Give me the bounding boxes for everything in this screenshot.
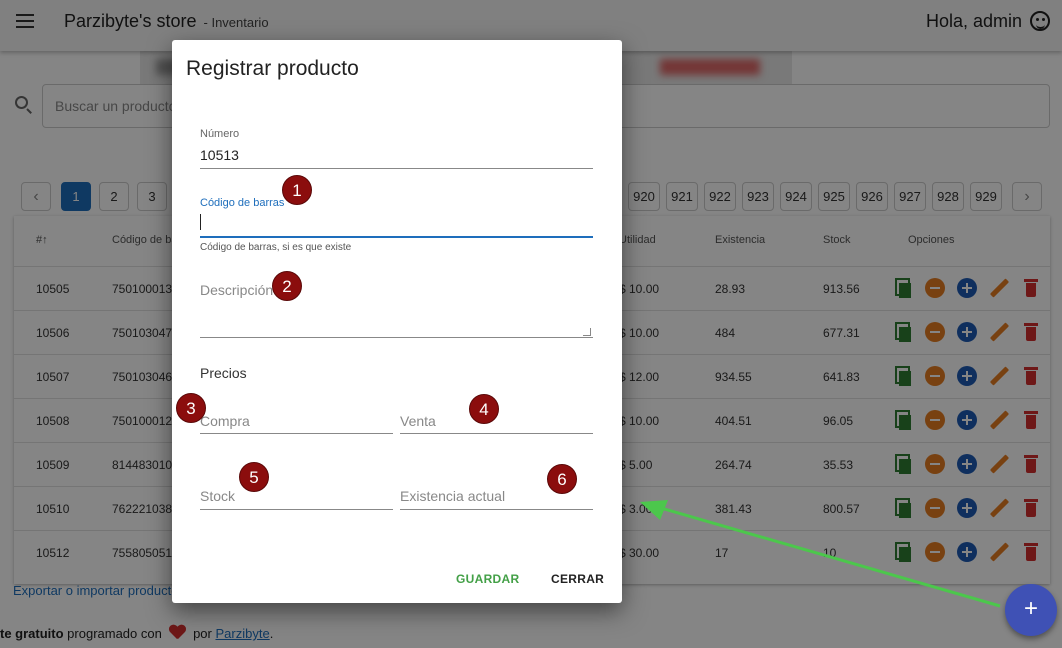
save-button[interactable]: GUARDAR — [456, 572, 519, 586]
number-underline — [200, 168, 593, 169]
barcode-underline — [200, 236, 593, 238]
barcode-label: Código de barras — [200, 197, 285, 209]
stock-field[interactable] — [200, 483, 393, 510]
description-field[interactable] — [200, 280, 593, 338]
barcode-helper-text: Código de barras, si es que existe — [200, 242, 352, 253]
purchase-underline — [200, 433, 393, 434]
annotation-badge-5: 5 — [239, 462, 269, 492]
add-product-fab[interactable]: + — [1005, 584, 1057, 636]
stock-underline — [200, 509, 393, 510]
number-field[interactable]: Número — [200, 128, 593, 170]
annotation-badge-1: 1 — [282, 175, 312, 205]
text-cursor — [200, 214, 201, 230]
sale-underline — [400, 433, 593, 434]
description-underline — [200, 337, 593, 338]
dialog-title: Registrar producto — [186, 57, 359, 80]
purchase-input[interactable] — [200, 411, 393, 431]
register-product-dialog: Registrar producto Número Código de barr… — [172, 40, 622, 603]
barcode-field[interactable]: Código de barras — [200, 196, 593, 238]
number-input[interactable] — [200, 145, 593, 165]
resize-grip-icon[interactable] — [583, 328, 591, 336]
annotation-badge-3: 3 — [176, 393, 206, 423]
stock-input[interactable] — [200, 486, 393, 506]
annotation-badge-6: 6 — [547, 464, 577, 494]
annotation-badge-4: 4 — [469, 394, 499, 424]
annotation-badge-2: 2 — [272, 271, 302, 301]
prices-section-title: Precios — [200, 365, 247, 381]
description-textarea[interactable] — [200, 282, 593, 334]
existence-underline — [400, 509, 593, 510]
number-label: Número — [200, 128, 240, 140]
purchase-field[interactable] — [200, 408, 393, 434]
barcode-input[interactable] — [200, 213, 593, 233]
close-button[interactable]: CERRAR — [551, 572, 604, 586]
